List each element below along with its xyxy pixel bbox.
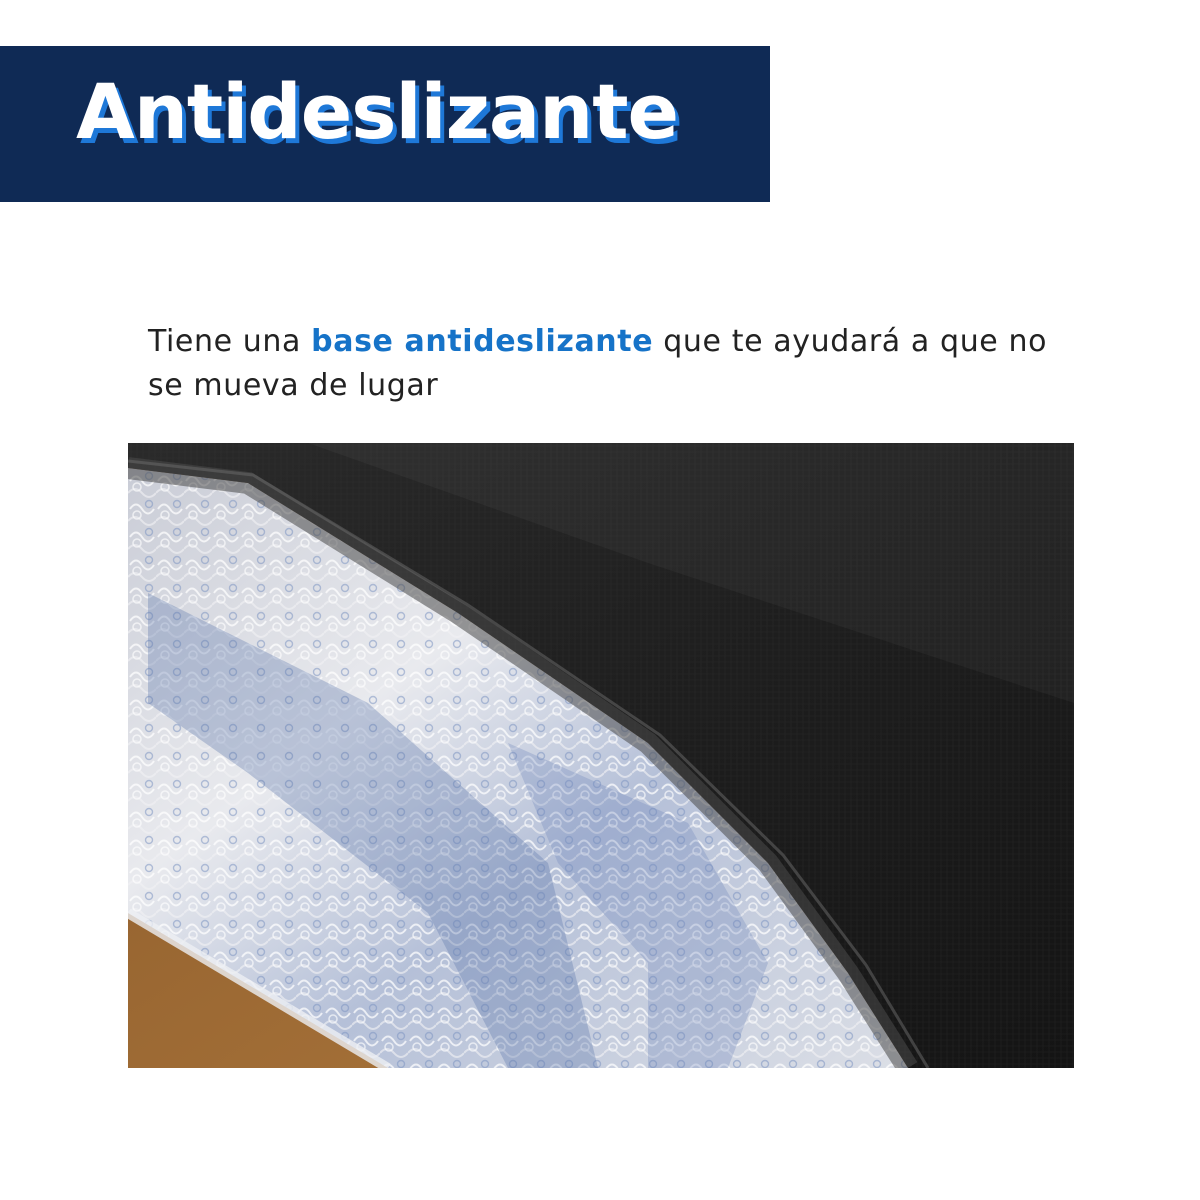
- description-highlight: base antideslizante: [311, 324, 654, 359]
- description-text: Tiene una base antideslizante que te ayu…: [148, 320, 1088, 408]
- page-title: Antideslizante: [76, 67, 679, 156]
- anti-slip-mat-illustration: [128, 443, 1074, 1068]
- description-prefix: Tiene una: [148, 324, 312, 359]
- product-photo: [128, 443, 1074, 1068]
